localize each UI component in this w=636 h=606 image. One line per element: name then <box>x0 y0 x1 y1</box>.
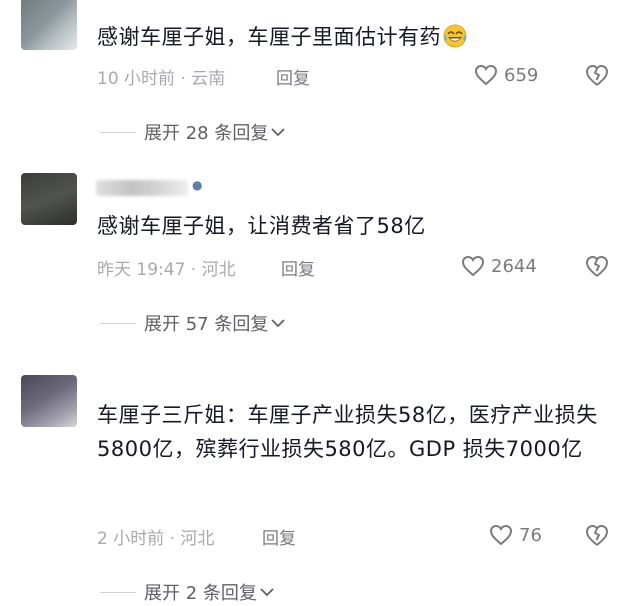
user-badge-icon: ● <box>192 178 203 192</box>
comment-text: 感谢车厘子姐，车厘子里面估计有药 <box>97 20 467 54</box>
avatar[interactable] <box>21 0 77 50</box>
heart-icon <box>461 255 485 277</box>
expand-replies-button[interactable]: 展开 2 条回复 <box>100 579 274 605</box>
expand-replies-label: 展开 57 条回复 <box>144 314 269 335</box>
comment-time-location: 2 小时前 · 河北 <box>97 529 215 549</box>
like-button[interactable]: 2644 <box>461 254 537 278</box>
like-count: 659 <box>504 64 539 86</box>
like-count: 76 <box>519 524 542 546</box>
comment-time-location: 昨天 19:47 · 河北 <box>97 260 236 280</box>
chevron-down-icon <box>271 319 285 328</box>
divider <box>100 131 136 133</box>
like-button[interactable]: 659 <box>474 63 538 87</box>
broken-heart-icon[interactable] <box>584 62 610 88</box>
laughing-crying-emoji-icon <box>443 24 467 48</box>
avatar[interactable] <box>21 173 77 225</box>
reply-button[interactable]: 回复 <box>281 255 315 280</box>
heart-icon <box>474 64 498 86</box>
username-blurred[interactable] <box>96 180 188 196</box>
comment-text-content: 感谢车厘子姐，车厘子里面估计有药 <box>97 25 441 49</box>
comment-text: 车厘子三斤姐：车厘子产业损失58亿，医疗产业损失5800亿，殡葬行业损失580亿… <box>97 403 598 461</box>
reply-button[interactable]: 回复 <box>276 64 310 89</box>
expand-replies-button[interactable]: 展开 57 条回复 <box>100 310 285 336</box>
broken-heart-icon[interactable] <box>584 522 610 548</box>
comment-text: 感谢车厘子姐，让消费者省了58亿 <box>97 214 426 238</box>
expand-replies-label: 展开 28 条回复 <box>144 123 269 144</box>
broken-heart-icon[interactable] <box>584 253 610 279</box>
reply-button[interactable]: 回复 <box>262 524 296 549</box>
chevron-down-icon <box>271 128 285 137</box>
heart-icon <box>489 524 513 546</box>
avatar[interactable] <box>21 375 77 427</box>
expand-replies-label: 展开 2 条回复 <box>144 583 257 604</box>
expand-replies-button[interactable]: 展开 28 条回复 <box>100 119 285 145</box>
divider <box>100 322 136 324</box>
comment-time-location: 10 小时前 · 云南 <box>97 69 226 89</box>
like-button[interactable]: 76 <box>489 523 542 547</box>
like-count: 2644 <box>491 255 537 277</box>
divider <box>100 591 136 593</box>
chevron-down-icon <box>260 588 274 597</box>
